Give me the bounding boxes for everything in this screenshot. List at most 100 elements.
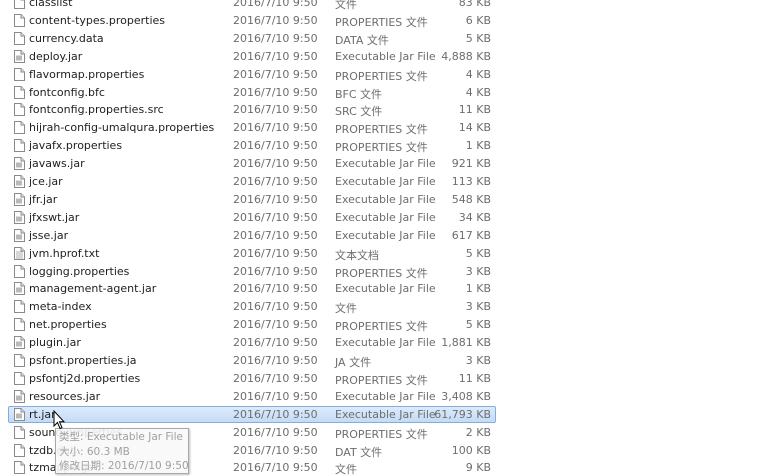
file-name: jfr.jar [29,192,58,206]
file-name: javaws.jar [29,157,85,171]
file-date: 2016/7/10 9:50 [233,49,318,63]
file-type: DAT 文件 [335,445,383,459]
jar-file-icon [14,407,25,421]
file-type: 文件 [335,463,357,476]
file-row[interactable]: jsse.jar 2016/7/10 9:50 Executable Jar Fil… [8,227,496,244]
jar-file-icon [14,157,25,171]
file-size: 1 KB [465,282,491,296]
file-icon [14,264,25,278]
file-date: 2016/7/10 9:50 [233,31,318,45]
file-date: 2016/7/10 9:50 [233,0,318,9]
file-icon [14,121,25,135]
file-row[interactable]: flavormap.properties 2016/7/10 9:50 PROPER… [8,66,496,83]
file-size: 6 KB [465,13,491,27]
file-type: PROPERTIES 文件 [335,373,428,387]
file-row[interactable]: meta-index 2016/7/10 9:50 文件 3 KB [8,298,496,315]
file-row[interactable]: jce.jar 2016/7/10 9:50 Executable Jar File… [8,173,496,190]
file-name: management-agent.jar [29,282,157,296]
file-row[interactable]: classlist 2016/7/10 9:50 文件 83 KB [8,0,496,11]
file-icon [14,13,25,27]
file-name: psfont.properties.ja [29,354,137,367]
file-row[interactable]: javaws.jar 2016/7/10 9:50 Executable Jar F… [8,155,496,172]
file-type: Executable Jar File [335,336,436,350]
file-name: plugin.jar [29,336,81,350]
mouse-cursor-icon [53,410,65,430]
file-size: 83 KB [458,0,491,9]
file-type: SRC 文件 [335,105,383,119]
file-size: 2 KB [465,425,491,439]
file-type: Executable Jar File [335,49,436,63]
file-row[interactable]: logging.properties 2016/7/10 9:50 PROPERTI… [8,263,496,280]
file-size: 1 KB [465,139,491,153]
file-date: 2016/7/10 9:50 [233,371,318,385]
jar-file-icon [14,228,25,242]
file-row[interactable]: hijrah-config-umalqura.properties 2016/7/… [8,119,496,136]
file-row[interactable]: plugin.jar 2016/7/10 9:50 Executable Jar F… [8,334,496,351]
file-date: 2016/7/10 9:50 [233,139,318,153]
file-row[interactable]: psfontj2d.properties 2016/7/10 9:50 PROPER… [8,370,496,387]
jar-file-icon [14,282,25,296]
file-name: content-types.properties [29,13,166,27]
file-date: 2016/7/10 9:50 [233,228,318,242]
file-size: 4 KB [465,67,491,81]
file-row[interactable]: currency.data 2016/7/10 9:50 DATA 文件 5 KB [8,30,496,47]
file-icon [14,67,25,81]
file-row[interactable]: resources.jar 2016/7/10 9:50 Executable Ja… [8,388,496,405]
file-size: 617 KB [451,228,491,242]
file-date: 2016/7/10 9:50 [233,85,318,99]
file-size: 100 KB [451,443,491,457]
file-name: flavormap.properties [29,67,145,81]
file-date: 2016/7/10 9:50 [233,157,318,171]
file-size: 61,793 KB [434,407,491,421]
file-date: 2016/7/10 9:50 [233,461,318,475]
file-icon [14,443,25,457]
file-size: 5 KB [465,318,491,332]
file-icon [14,318,25,332]
file-row[interactable]: fontconfig.bfc 2016/7/10 9:50 BFC 文件 4 KB [8,84,496,101]
file-row[interactable]: fontconfig.properties.src 2016/7/10 9:50 S… [8,101,496,118]
jar-file-icon [14,175,25,188]
tooltip-date: 修改日期: 2016/7/10 9:50 [59,460,189,472]
file-date: 2016/7/10 9:50 [233,210,318,224]
file-date: 2016/7/10 9:50 [233,318,318,332]
file-type: PROPERTIES 文件 [335,141,428,155]
file-row[interactable]: jfxswt.jar 2016/7/10 9:50 Executable Jar F… [8,209,496,226]
file-type: Executable Jar File [335,192,436,206]
file-row[interactable]: javafx.properties 2016/7/10 9:50 PROPERTIE… [8,137,496,154]
file-name: jvm.hprof.txt [29,246,100,260]
file-type: 文件 [335,302,357,316]
file-row[interactable]: net.properties 2016/7/10 9:50 PROPERTIES 文… [8,316,496,333]
text-file-icon [14,246,25,260]
jar-file-icon [14,336,25,350]
file-row[interactable]: management-agent.jar 2016/7/10 9:50 Execut… [8,280,496,297]
file-name: javafx.properties [29,139,123,153]
file-row[interactable]: rt.jar 2016/7/10 9:50 Executable Jar File 6… [8,405,496,423]
file-size: 3 KB [465,300,491,314]
file-row[interactable]: psfont.properties.ja 2016/7/10 9:50 JA 文件 3… [8,352,496,369]
file-type: PROPERTIES 文件 [335,69,428,83]
file-date: 2016/7/10 9:50 [233,264,318,278]
file-type: PROPERTIES 文件 [335,266,428,280]
file-size: 11 KB [458,371,491,385]
file-date: 2016/7/10 9:50 [233,67,318,81]
file-row[interactable]: content-types.properties 2016/7/10 9:50 PR… [8,12,496,29]
file-row[interactable]: jvm.hprof.txt 2016/7/10 9:50 文本文档 5 KB [8,245,496,262]
file-row[interactable]: deploy.jar 2016/7/10 9:50 Executable Jar F… [8,48,496,65]
file-icon [14,461,25,475]
file-name: jce.jar [29,175,63,188]
file-list: classlist 2016/7/10 9:50 文件 83 KB content-ty… [0,0,780,476]
file-type: Executable Jar File [335,282,436,296]
file-info-tooltip: 类型: Executable Jar File 大小: 60.3 MB 修改日期… [55,428,189,474]
file-size: 3 KB [465,264,491,278]
file-type: PROPERTIES 文件 [335,427,428,441]
file-type: Executable Jar File [335,389,436,403]
file-name: meta-index [29,300,92,314]
file-icon [14,425,25,439]
file-size: 14 KB [458,121,491,135]
file-date: 2016/7/10 9:50 [233,354,318,367]
jar-file-icon [14,210,25,224]
file-row[interactable]: jfr.jar 2016/7/10 9:50 Executable Jar File… [8,191,496,208]
file-type: 文件 [335,0,357,11]
file-date: 2016/7/10 9:50 [233,246,318,260]
file-size: 3,408 KB [441,389,491,403]
